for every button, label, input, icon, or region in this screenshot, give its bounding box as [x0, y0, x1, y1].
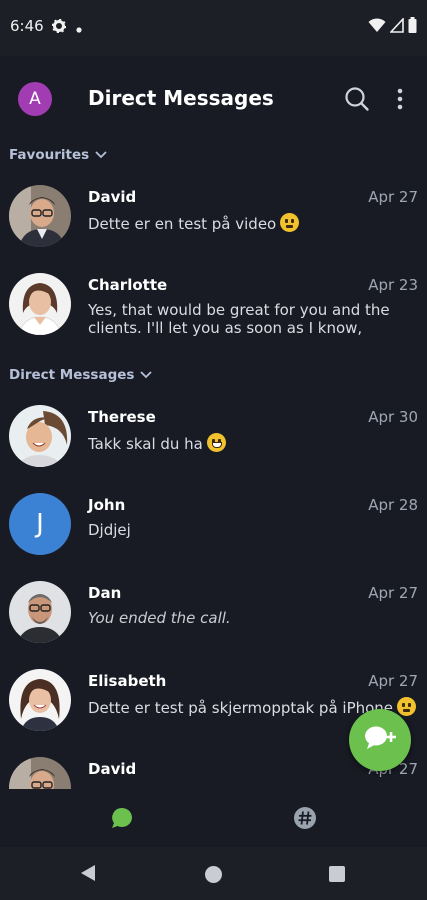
bottom-nav: [0, 789, 427, 847]
avatar: [9, 757, 71, 789]
message-date: Apr 27: [368, 672, 418, 690]
contact-name: Charlotte: [88, 276, 168, 294]
avatar: [9, 273, 71, 335]
message-text: Takk skal du ha: [88, 435, 203, 453]
new-message-button[interactable]: [349, 709, 411, 771]
section-direct-messages-label: Direct Messages: [9, 367, 135, 383]
slight-smile-emoji-icon: [397, 697, 417, 716]
message-text: Dette er test på skjermopptak på iPhone: [88, 699, 394, 717]
avatar: [9, 581, 71, 643]
conversation-row[interactable]: David Apr 27 Dette er en test på video: [0, 180, 427, 268]
message-preview: Dette er en test på video: [88, 213, 420, 233]
contact-name: Dan: [88, 584, 122, 602]
message-preview: Yes, that would be great for you and the…: [88, 301, 390, 337]
conversation-row[interactable]: Therese Apr 30 Takk skal du ha: [0, 400, 427, 488]
nav-channels-tab[interactable]: [293, 806, 317, 834]
avatar-letter: J: [36, 509, 44, 539]
section-favourites[interactable]: Favourites: [9, 147, 107, 163]
avatar: [9, 669, 71, 731]
message-preview: Takk skal du ha: [88, 433, 420, 453]
section-direct-messages[interactable]: Direct Messages: [9, 367, 153, 383]
nav-direct-messages-tab[interactable]: [110, 806, 134, 834]
contact-name: Elisabeth: [88, 672, 167, 690]
message-date: Apr 30: [368, 408, 418, 426]
home-icon[interactable]: [205, 866, 222, 883]
contact-name: John: [88, 496, 126, 514]
avatar: [9, 405, 71, 467]
message-date: Apr 28: [368, 496, 418, 514]
contact-name: Therese: [88, 408, 156, 426]
chat-bubble-icon: [110, 807, 134, 834]
conversation-list: Favourites David Apr 27 Dette er en test…: [0, 0, 427, 789]
message-preview: You ended the call.: [88, 609, 231, 627]
new-message-icon: [362, 724, 398, 756]
message-date: Apr 27: [368, 188, 418, 206]
avatar: J: [9, 493, 71, 555]
section-favourites-label: Favourites: [9, 147, 90, 163]
message-date: Apr 27: [368, 584, 418, 602]
hashtag-icon: [293, 807, 317, 834]
conversation-row[interactable]: J John Apr 28 Djdjej: [0, 488, 427, 576]
message-preview: Djdjej: [88, 521, 131, 539]
message-date: Apr 23: [368, 276, 418, 294]
grin-emoji-icon: [206, 433, 226, 452]
contact-name: David: [88, 188, 137, 206]
back-icon[interactable]: [80, 864, 96, 886]
conversation-row[interactable]: Charlotte Apr 23 Yes, that would be grea…: [0, 268, 427, 356]
slight-smile-emoji-icon: [280, 213, 300, 232]
chevron-down-icon: [140, 367, 153, 383]
conversation-row[interactable]: Dan Apr 27 You ended the call.: [0, 576, 427, 664]
chevron-down-icon: [95, 147, 107, 163]
message-text: Dette er en test på video: [88, 215, 277, 233]
contact-name: David: [88, 760, 137, 778]
avatar: [9, 185, 71, 247]
recents-icon[interactable]: [329, 866, 345, 882]
